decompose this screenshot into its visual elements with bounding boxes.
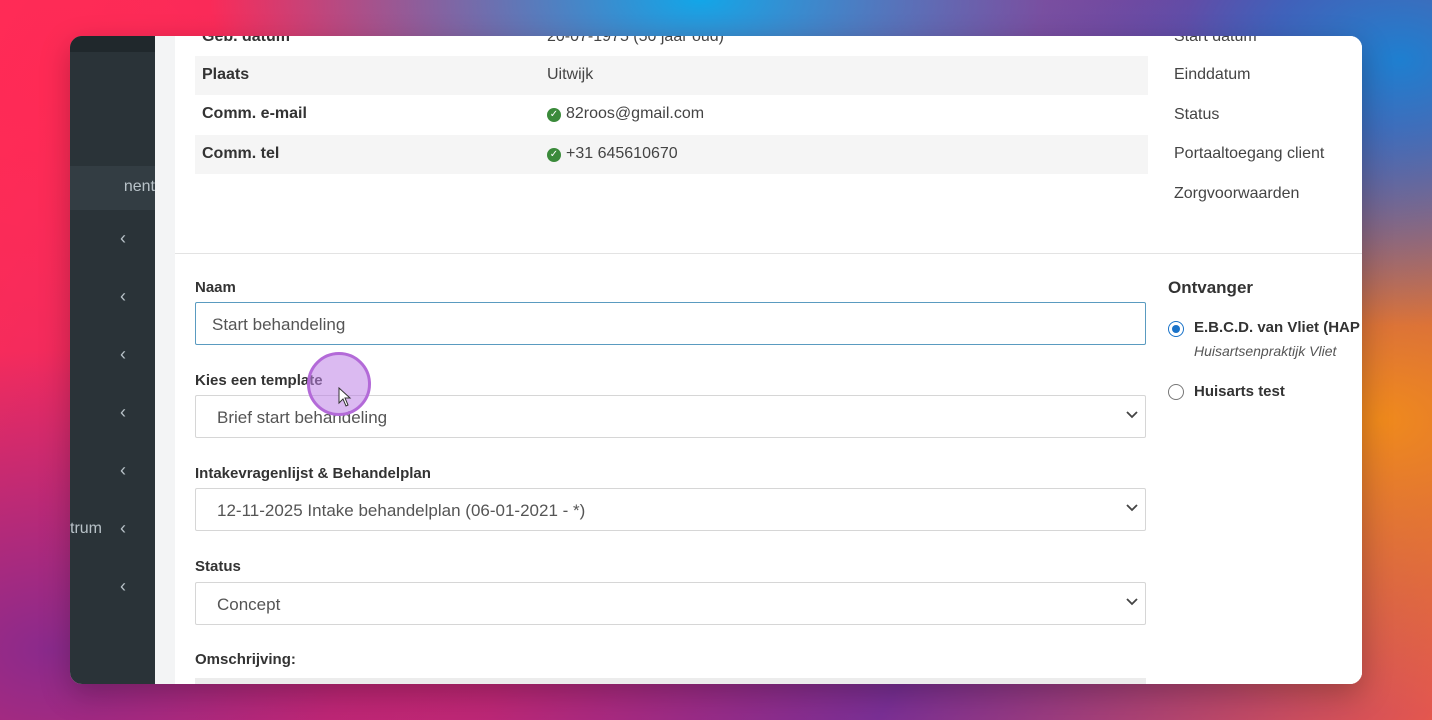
info-row-plaats: Plaats Uitwijk xyxy=(195,56,1148,95)
chevron-down-icon xyxy=(1126,598,1138,606)
label-einddatum: Einddatum xyxy=(1174,66,1251,83)
label-portaaltoegang: Portaaltoegang client xyxy=(1174,145,1325,162)
ontvanger-title: Ontvanger xyxy=(1168,278,1254,297)
template-label: Kies een template xyxy=(195,372,323,389)
chevron-left-icon: ‹ xyxy=(120,518,126,538)
chevron-left-icon: ‹ xyxy=(120,402,126,422)
label-start-datum: Start datum xyxy=(1174,36,1257,45)
info-row-tel: Comm. tel ✓ +31 645610670 xyxy=(195,135,1148,174)
ontvanger-2-name: Huisarts test xyxy=(1194,383,1285,400)
chevron-left-icon: ‹ xyxy=(120,344,126,364)
ontvanger-1-name: E.B.C.D. van Vliet (HAP xyxy=(1194,319,1360,336)
radio-ontvanger-1[interactable] xyxy=(1168,321,1184,337)
check-circle-icon: ✓ xyxy=(547,148,561,162)
sidebar-item-5[interactable]: ‹ xyxy=(70,454,155,490)
sidebar: nent ‹ ‹ ‹ ‹ ‹ trum ‹ ‹ xyxy=(70,36,155,684)
label-zorgvoorwaarden: Zorgvoorwaarden xyxy=(1174,185,1300,202)
sidebar-item-2[interactable]: ‹ xyxy=(70,280,155,316)
chevron-left-icon: ‹ xyxy=(120,460,126,480)
info-row-email: Comm. e-mail ✓ 82roos@gmail.com xyxy=(202,105,705,122)
sidebar-item-3[interactable]: ‹ xyxy=(70,338,155,374)
status-select[interactable]: Concept xyxy=(195,582,1146,625)
check-circle-icon: ✓ xyxy=(547,108,561,122)
sidebar-item-7[interactable]: ‹ xyxy=(70,570,155,606)
section-divider xyxy=(175,253,1362,254)
sidebar-item-label: nent xyxy=(123,178,155,195)
sidebar-item-active[interactable]: nent xyxy=(70,166,155,210)
ontvanger-1-sub: Huisartsenpraktijk Vliet xyxy=(1194,343,1337,359)
chevron-down-icon xyxy=(1126,504,1138,512)
sidebar-top-bar xyxy=(70,36,155,52)
editor-toolbar[interactable] xyxy=(195,678,1146,684)
chevron-left-icon: ‹ xyxy=(120,228,126,248)
sidebar-item-6[interactable]: trum ‹ xyxy=(70,512,155,548)
info-row-birthdate: Geb. datum 20-07-1975 (50 jaar oud) xyxy=(202,36,725,45)
sidebar-item-4[interactable]: ‹ xyxy=(70,396,155,432)
sidebar-item-1[interactable]: ‹ xyxy=(70,222,155,258)
label-status: Status xyxy=(1174,106,1220,123)
omschrijving-label: Omschrijving: xyxy=(195,651,296,668)
naam-input[interactable]: Start behandeling xyxy=(195,302,1146,345)
mouse-pointer-icon xyxy=(338,387,352,407)
chevron-down-icon xyxy=(1126,411,1138,419)
chevron-left-icon: ‹ xyxy=(120,286,126,306)
intake-label: Intakevragenlijst & Behandelplan xyxy=(195,465,431,482)
chevron-left-icon: ‹ xyxy=(120,576,126,596)
radio-ontvanger-2[interactable] xyxy=(1168,384,1184,400)
intake-select[interactable]: 12-11-2025 Intake behandelplan (06-01-20… xyxy=(195,488,1146,531)
naam-label: Naam xyxy=(195,279,236,296)
app-window: nent ‹ ‹ ‹ ‹ ‹ trum ‹ ‹ Geb. datum 20-07… xyxy=(70,36,1362,684)
status-label: Status xyxy=(195,558,241,575)
